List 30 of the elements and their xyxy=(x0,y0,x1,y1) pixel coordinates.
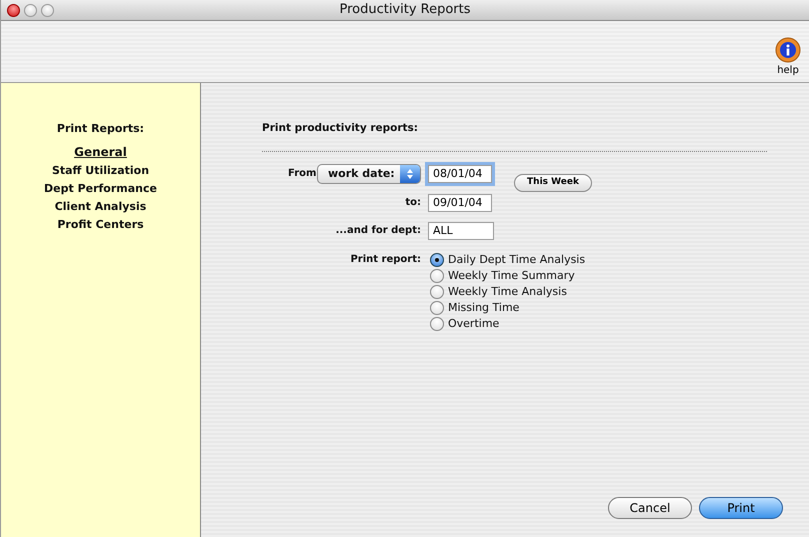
info-icon xyxy=(775,37,801,63)
close-icon[interactable] xyxy=(7,4,20,17)
help-button[interactable]: help xyxy=(775,37,801,78)
field-label: ...and for dept: xyxy=(336,225,421,236)
sidebar-heading: Print Reports: xyxy=(56,121,144,137)
sidebar-link[interactable]: Profit Centers xyxy=(57,216,144,232)
date-type-dropdown[interactable]: work date: xyxy=(317,164,421,184)
report-radio[interactable]: Weekly Time Analysis xyxy=(430,284,586,300)
report-radio[interactable]: Overtime xyxy=(430,316,586,332)
updown-icon xyxy=(407,168,413,180)
from-date-field[interactable]: 08/01/04 xyxy=(428,164,492,183)
this-week-button[interactable]: This Week xyxy=(514,174,592,192)
field-label: to: xyxy=(405,197,421,208)
sidebar-link[interactable]: Client Analysis xyxy=(54,198,146,214)
field-label: From xyxy=(288,167,316,182)
report-radio[interactable]: Weekly Time Summary xyxy=(430,268,586,284)
to-date-field[interactable]: 09/01/04 xyxy=(428,194,492,212)
field-label: Print report: xyxy=(350,254,421,265)
report-radio[interactable]: Missing Time xyxy=(430,300,586,316)
sidebar-link[interactable]: Dept Performance xyxy=(44,180,157,196)
section-heading: Print productivity reports: xyxy=(262,121,420,136)
sidebar-link[interactable]: Staff Utilization xyxy=(52,162,150,178)
print-button[interactable]: Print xyxy=(699,497,783,519)
zoom-icon[interactable] xyxy=(41,4,54,17)
cancel-button[interactable]: Cancel xyxy=(608,497,692,519)
window-title: Productivity Reports xyxy=(339,1,471,20)
sidebar-link[interactable]: General xyxy=(74,144,127,160)
dept-field[interactable]: ALL xyxy=(428,222,494,240)
minimize-icon[interactable] xyxy=(24,4,37,17)
report-radio[interactable]: Daily Dept Time Analysis xyxy=(430,252,586,268)
